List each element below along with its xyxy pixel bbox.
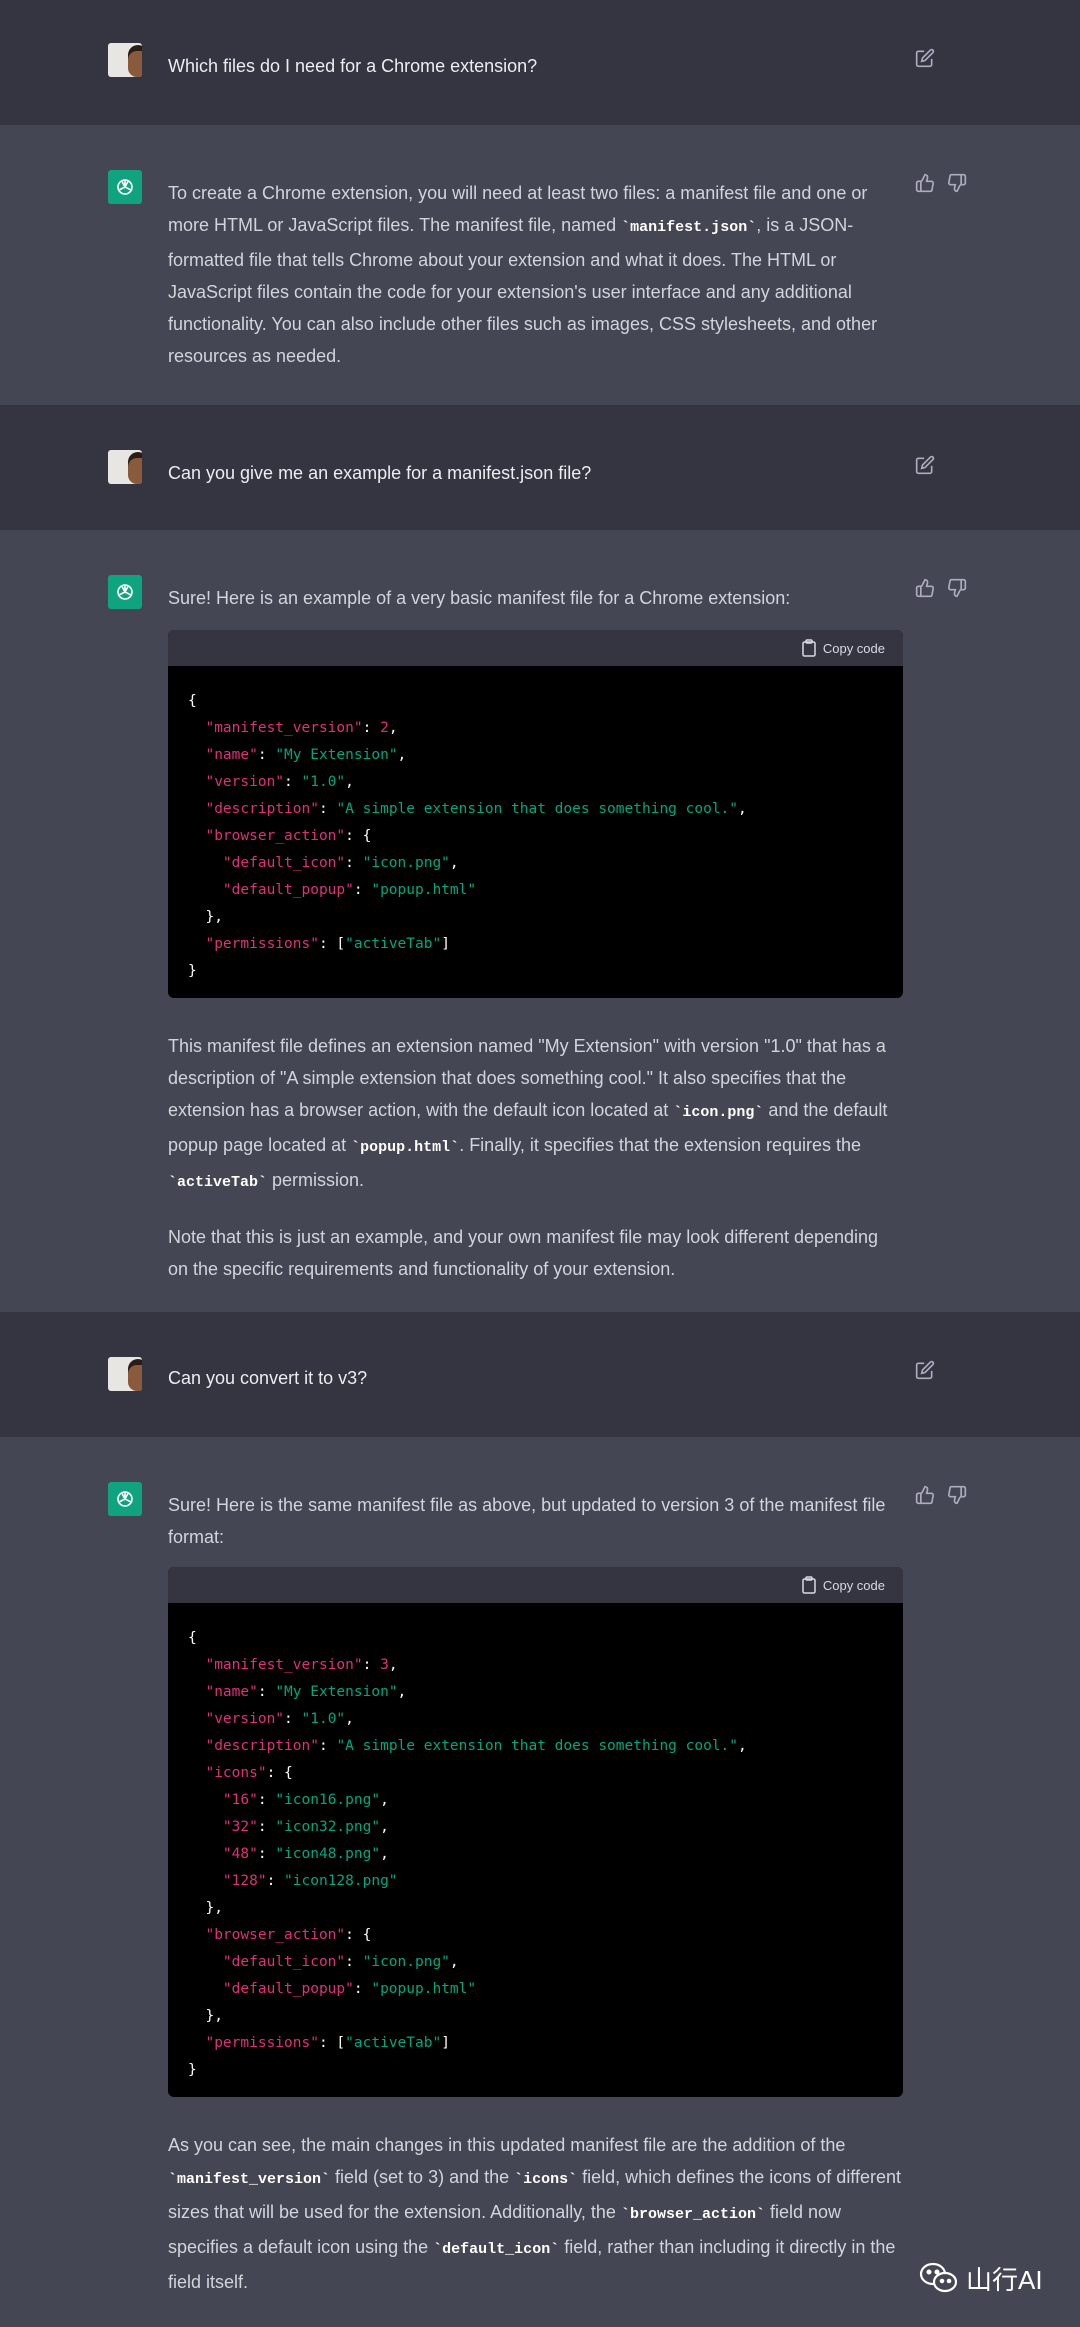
inline-code: `icons` bbox=[514, 2171, 578, 2188]
code-line: "browser_action": { bbox=[205, 828, 372, 844]
assistant-message-text: This manifest file defines an extension … bbox=[168, 1030, 903, 1285]
thumbs-down-icon[interactable] bbox=[947, 1485, 967, 1505]
code-line: "permissions": ["activeTab"] bbox=[205, 936, 450, 952]
code-line: "icons": { bbox=[205, 1765, 293, 1781]
code-line: "name": "My Extension", bbox=[205, 747, 407, 763]
code-line: "16": "icon16.png", bbox=[222, 1792, 389, 1808]
code-line: }, bbox=[188, 2008, 223, 2024]
feedback-buttons bbox=[915, 173, 971, 195]
user-avatar bbox=[108, 43, 142, 77]
user-message-1: Which files do I need for a Chrome exten… bbox=[0, 0, 1080, 125]
copy-code-label: Copy code bbox=[822, 1577, 885, 1593]
code-line: "32": "icon32.png", bbox=[222, 1819, 389, 1835]
copy-code-button[interactable]: Copy code bbox=[801, 638, 885, 658]
edit-icon[interactable] bbox=[915, 455, 935, 475]
code-line: { bbox=[188, 693, 197, 709]
code-line: "default_popup": "popup.html" bbox=[222, 1981, 477, 1997]
inline-code: `popup.html` bbox=[351, 1139, 460, 1156]
code-line: "128": "icon128.png" bbox=[222, 1873, 398, 1889]
code-line: "version": "1.0", bbox=[205, 1711, 354, 1727]
inline-code: `browser_action` bbox=[620, 2206, 765, 2223]
openai-logo-icon bbox=[108, 1482, 142, 1516]
code-line: "48": "icon48.png", bbox=[222, 1846, 389, 1862]
code-line: "description": "A simple extension that … bbox=[205, 1738, 747, 1754]
code-line: } bbox=[188, 963, 197, 979]
code-block-header: Copy code bbox=[168, 1567, 903, 1603]
code-line: } bbox=[188, 2062, 197, 2078]
code-line: "permissions": ["activeTab"] bbox=[205, 2035, 450, 2051]
inline-code: `activeTab` bbox=[168, 1174, 268, 1191]
inline-code: `default_icon` bbox=[433, 2241, 560, 2258]
thumbs-up-icon[interactable] bbox=[915, 578, 935, 598]
clipboard-icon bbox=[802, 639, 816, 657]
watermark-text: 山行AI bbox=[966, 2264, 1043, 2295]
edit-icon[interactable] bbox=[915, 1360, 935, 1380]
inline-code: `manifest.json` bbox=[621, 219, 757, 236]
assistant-message-text: As you can see, the main changes in this… bbox=[168, 2129, 903, 2298]
code-line: "name": "My Extension", bbox=[205, 1684, 407, 1700]
paragraph: To create a Chrome extension, you will n… bbox=[168, 183, 878, 366]
inline-code: `manifest_version` bbox=[168, 2171, 331, 2188]
paragraph: This manifest file defines an extension … bbox=[168, 1036, 888, 1191]
feedback-buttons bbox=[915, 1485, 971, 1507]
assistant-intro-text: Sure! Here is an example of a very basic… bbox=[168, 588, 791, 608]
openai-logo-icon bbox=[108, 170, 142, 204]
code-block: Copy code { "manifest_version": 3, "name… bbox=[168, 1567, 903, 2097]
user-message-text: Which files do I need for a Chrome exten… bbox=[168, 56, 538, 76]
thumbs-up-icon[interactable] bbox=[915, 1485, 935, 1505]
code-line: "default_icon": "icon.png", bbox=[222, 1954, 459, 1970]
code-line: "description": "A simple extension that … bbox=[205, 801, 747, 817]
wechat-icon bbox=[919, 2262, 958, 2293]
thumbs-down-icon[interactable] bbox=[947, 173, 967, 193]
copy-code-button[interactable]: Copy code bbox=[801, 1575, 885, 1595]
inline-code: `icon.png` bbox=[673, 1104, 764, 1121]
code-content: { "manifest_version": 2, "name": "My Ext… bbox=[168, 666, 903, 997]
clipboard-icon bbox=[802, 1576, 816, 1594]
code-line: "manifest_version": 2, bbox=[205, 720, 398, 736]
code-block-header: Copy code bbox=[168, 630, 903, 666]
assistant-message-3: Sure! Here is the same manifest file as … bbox=[0, 1437, 1080, 2327]
user-message-2: Can you give me an example for a manifes… bbox=[0, 405, 1080, 530]
code-line: "version": "1.0", bbox=[205, 774, 354, 790]
code-content: { "manifest_version": 3, "name": "My Ext… bbox=[168, 1603, 903, 2096]
user-message-3: Can you convert it to v3? bbox=[0, 1312, 1080, 1437]
paragraph: Note that this is just an example, and y… bbox=[168, 1227, 879, 1279]
user-avatar bbox=[108, 450, 142, 484]
code-line: }, bbox=[188, 1900, 223, 1916]
paragraph: As you can see, the main changes in this… bbox=[168, 2135, 902, 2292]
assistant-message-1: To create a Chrome extension, you will n… bbox=[0, 125, 1080, 405]
thumbs-up-icon[interactable] bbox=[915, 173, 935, 193]
assistant-message-text: To create a Chrome extension, you will n… bbox=[168, 177, 903, 372]
feedback-buttons bbox=[915, 578, 971, 600]
user-avatar bbox=[108, 1357, 142, 1391]
code-line: "browser_action": { bbox=[205, 1927, 372, 1943]
code-line: }, bbox=[188, 909, 223, 925]
openai-logo-icon bbox=[108, 575, 142, 609]
watermark: 山行AI bbox=[918, 2260, 1043, 2296]
code-block: Copy code { "manifest_version": 2, "name… bbox=[168, 630, 903, 998]
assistant-intro-text: Sure! Here is the same manifest file as … bbox=[168, 1495, 886, 1547]
assistant-message-2: Sure! Here is an example of a very basic… bbox=[0, 530, 1080, 1312]
code-line: "manifest_version": 3, bbox=[205, 1657, 398, 1673]
edit-icon[interactable] bbox=[915, 48, 935, 68]
code-line: "default_icon": "icon.png", bbox=[222, 855, 459, 871]
copy-code-label: Copy code bbox=[822, 640, 885, 656]
code-line: "default_popup": "popup.html" bbox=[222, 882, 477, 898]
code-line: { bbox=[188, 1630, 197, 1646]
thumbs-down-icon[interactable] bbox=[947, 578, 967, 598]
user-message-text: Can you give me an example for a manifes… bbox=[168, 463, 592, 483]
user-message-text: Can you convert it to v3? bbox=[168, 1368, 368, 1388]
